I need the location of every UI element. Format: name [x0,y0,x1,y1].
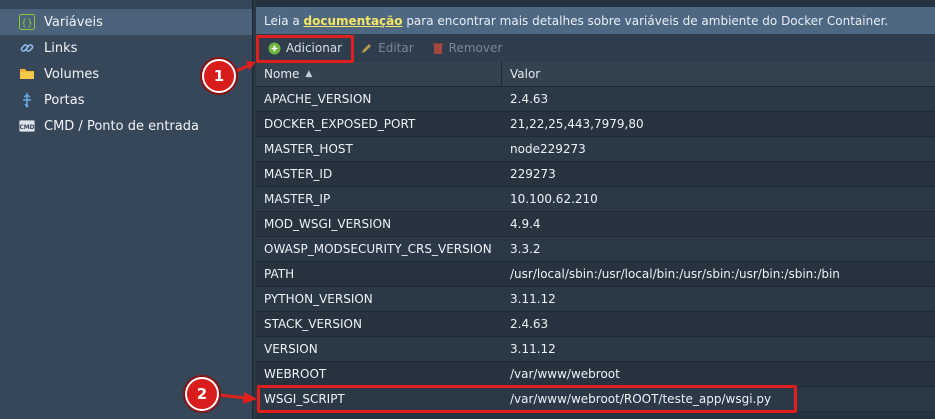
arrow-1-head [246,61,256,70]
arrow-2-head [243,392,257,404]
step-badge-1: 1 [202,59,236,93]
step-badge-2: 2 [185,377,219,411]
arrow-2-line [218,393,247,400]
annotation-arrows [218,61,257,404]
